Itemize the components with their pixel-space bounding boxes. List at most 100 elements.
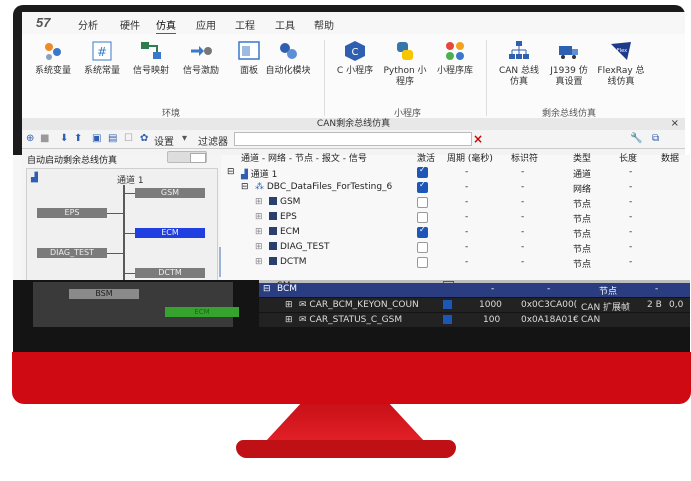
length-cell: - [655, 284, 659, 294]
node-ecm-active[interactable]: ECM [165, 307, 239, 317]
chevron-down-icon[interactable]: ▾ [182, 133, 187, 144]
column-header-id[interactable]: 标识符 [511, 151, 538, 164]
can-bus-simulation-button[interactable]: CAN 总线仿真 [496, 40, 542, 88]
stop-icon[interactable]: ■ [40, 133, 49, 144]
table-row[interactable]: ⊞ DIAG_TEST - - 节点 - [221, 240, 690, 255]
column-header-name[interactable]: 通道 - 网络 - 节点 - 报文 - 信号 [241, 151, 367, 164]
window-icon[interactable]: ⧉ [652, 133, 659, 144]
j1939-simulation-button[interactable]: J1939 仿真设置 [546, 40, 592, 88]
menu-simulation[interactable]: 仿真 [156, 17, 176, 35]
checkbox-icon[interactable]: ☐ [124, 133, 133, 144]
table-row-selected[interactable]: ⊟ BCM - - 节点 - [259, 283, 690, 297]
period-cell: - [465, 182, 469, 192]
flexray-simulation-button[interactable]: Flex FlexRay 总线仿真 [596, 40, 646, 88]
node-bsm[interactable]: BSM [69, 289, 139, 299]
column-header-length[interactable]: 长度 [619, 151, 637, 164]
clear-filter-icon[interactable]: × [473, 132, 483, 146]
truck-icon [559, 46, 578, 59]
menu-analysis[interactable]: 分析 [78, 17, 98, 32]
toolbar: ⊕ ■ ⬇ ⬆ ▣ ▤ ☐ ✿ 设置 ▾ 过滤器 × 🔧 ⧉ [22, 130, 685, 149]
tree-toggle-icon[interactable]: ⊞ [285, 315, 293, 325]
column-header-data[interactable]: 数据 [661, 151, 679, 164]
bus-diagram: ▟ 通道 1 GSM EPS ECM DIAG_TEST DCTM [26, 168, 218, 282]
autostart-toggle[interactable] [167, 151, 207, 163]
menu-application[interactable]: 应用 [196, 17, 216, 32]
node-ecm[interactable]: ECM [135, 228, 205, 238]
active-checkbox[interactable] [443, 315, 452, 324]
automation-module-button[interactable]: 自动化模块 [262, 40, 314, 77]
column-header-type[interactable]: 类型 [573, 151, 591, 164]
arrow-down-icon[interactable]: ⬇ [60, 133, 68, 144]
node-dctm[interactable]: DCTM [135, 268, 205, 278]
close-icon[interactable]: × [671, 118, 679, 130]
table-row[interactable]: ⊞ EPS - - 节点 - [221, 210, 690, 225]
tree-toggle-icon[interactable]: ⊞ [255, 242, 263, 252]
monitor-chin [12, 352, 691, 404]
table-row[interactable]: ⊟ ⁂ DBC_DataFiles_ForTesting_6 - - 网络 - [221, 180, 690, 195]
table-row[interactable]: ⊞ ✉ CAR_BCM_KEYON_COUN 1000 0x0C3CA00( C… [259, 298, 690, 313]
c-applet-button[interactable]: C C 小程序 [332, 40, 378, 77]
expand-icon[interactable]: ▣ [92, 133, 101, 144]
active-checkbox[interactable] [417, 212, 428, 223]
active-checkbox[interactable] [417, 225, 428, 238]
network-icon: ⁂ [255, 182, 267, 192]
node-row-label: BCM [277, 284, 298, 294]
node-gsm[interactable]: GSM [135, 188, 205, 198]
settings-button[interactable]: 设置 [154, 133, 174, 148]
node-diag-test[interactable]: DIAG_TEST [37, 248, 107, 258]
node-row-label: DIAG_TEST [269, 242, 329, 252]
table-row[interactable]: ⊞ GSM - - 节点 - [221, 195, 690, 210]
signal-stimulus-button[interactable]: 信号激励 [178, 40, 224, 77]
period-cell: - [465, 167, 469, 177]
table-row[interactable]: ⊟ ▟ 通道 1 - - 通道 - [221, 165, 690, 180]
menu-project[interactable]: 工程 [235, 17, 255, 32]
active-checkbox[interactable] [417, 165, 428, 178]
node-row-label: DCTM [269, 257, 306, 267]
node-eps[interactable]: EPS [37, 208, 107, 218]
period-cell: - [465, 257, 469, 267]
column-header-active[interactable]: 激活 [417, 151, 435, 164]
active-checkbox[interactable] [417, 180, 428, 193]
menu-bar: 57 分析 硬件 仿真 应用 工程 工具 帮助 [22, 12, 685, 35]
message-icon: ✉ [299, 315, 310, 325]
menu-tools[interactable]: 工具 [275, 17, 295, 32]
active-checkbox[interactable] [417, 197, 428, 208]
active-checkbox[interactable] [417, 242, 428, 253]
play-icon[interactable]: ⊕ [26, 133, 34, 144]
active-checkbox[interactable] [417, 257, 428, 268]
table-row[interactable]: ⊞ ✉ CAR_STATUS_C_GSM 100 0x0A18A01€ CAN [259, 313, 690, 327]
gear-icon[interactable]: ✿ [140, 133, 148, 144]
id-cell: 0x0A18A01€ [521, 315, 579, 325]
tree-toggle-icon[interactable]: ⊟ [263, 284, 271, 294]
period-cell: 100 [483, 315, 501, 325]
tree-toggle-icon[interactable]: ⊞ [255, 212, 263, 222]
table-row[interactable]: ⊞ DCTM - - 节点 - [221, 255, 690, 270]
wrench-icon[interactable]: 🔧 [630, 133, 642, 144]
id-cell: - [521, 257, 525, 267]
ribbon-separator [324, 40, 325, 116]
arrow-up-icon[interactable]: ⬆ [74, 133, 82, 144]
length-cell: - [629, 197, 633, 207]
column-header-period[interactable]: 周期 (毫秒) [447, 151, 493, 164]
channel-icon: ▟ [241, 170, 251, 180]
collapse-icon[interactable]: ▤ [108, 133, 117, 144]
tree-toggle-icon[interactable]: ⊟ [227, 167, 235, 177]
tree-toggle-icon[interactable]: ⊟ [241, 182, 249, 192]
menu-help[interactable]: 帮助 [314, 17, 334, 32]
tree-toggle-icon[interactable]: ⊞ [255, 197, 263, 207]
signal-mapping-icon [141, 42, 161, 59]
python-icon [397, 42, 413, 60]
system-variables-button[interactable]: 系统变量 [30, 40, 76, 77]
menu-hardware[interactable]: 硬件 [120, 17, 140, 32]
tree-toggle-icon[interactable]: ⊞ [255, 257, 263, 267]
python-applet-button[interactable]: Python 小程序 [382, 40, 428, 88]
applet-library-button[interactable]: 小程序库 [432, 40, 478, 77]
system-constants-button[interactable]: # 系统常量 [79, 40, 125, 77]
signal-mapping-button[interactable]: 信号映射 [128, 40, 174, 77]
active-checkbox[interactable] [443, 300, 452, 309]
tree-toggle-icon[interactable]: ⊞ [255, 227, 263, 237]
tree-toggle-icon[interactable]: ⊞ [285, 300, 293, 310]
table-row[interactable]: ⊞ ECM - - 节点 - [221, 225, 690, 240]
filter-input[interactable] [234, 132, 472, 146]
type-cell: CAN [581, 315, 601, 325]
